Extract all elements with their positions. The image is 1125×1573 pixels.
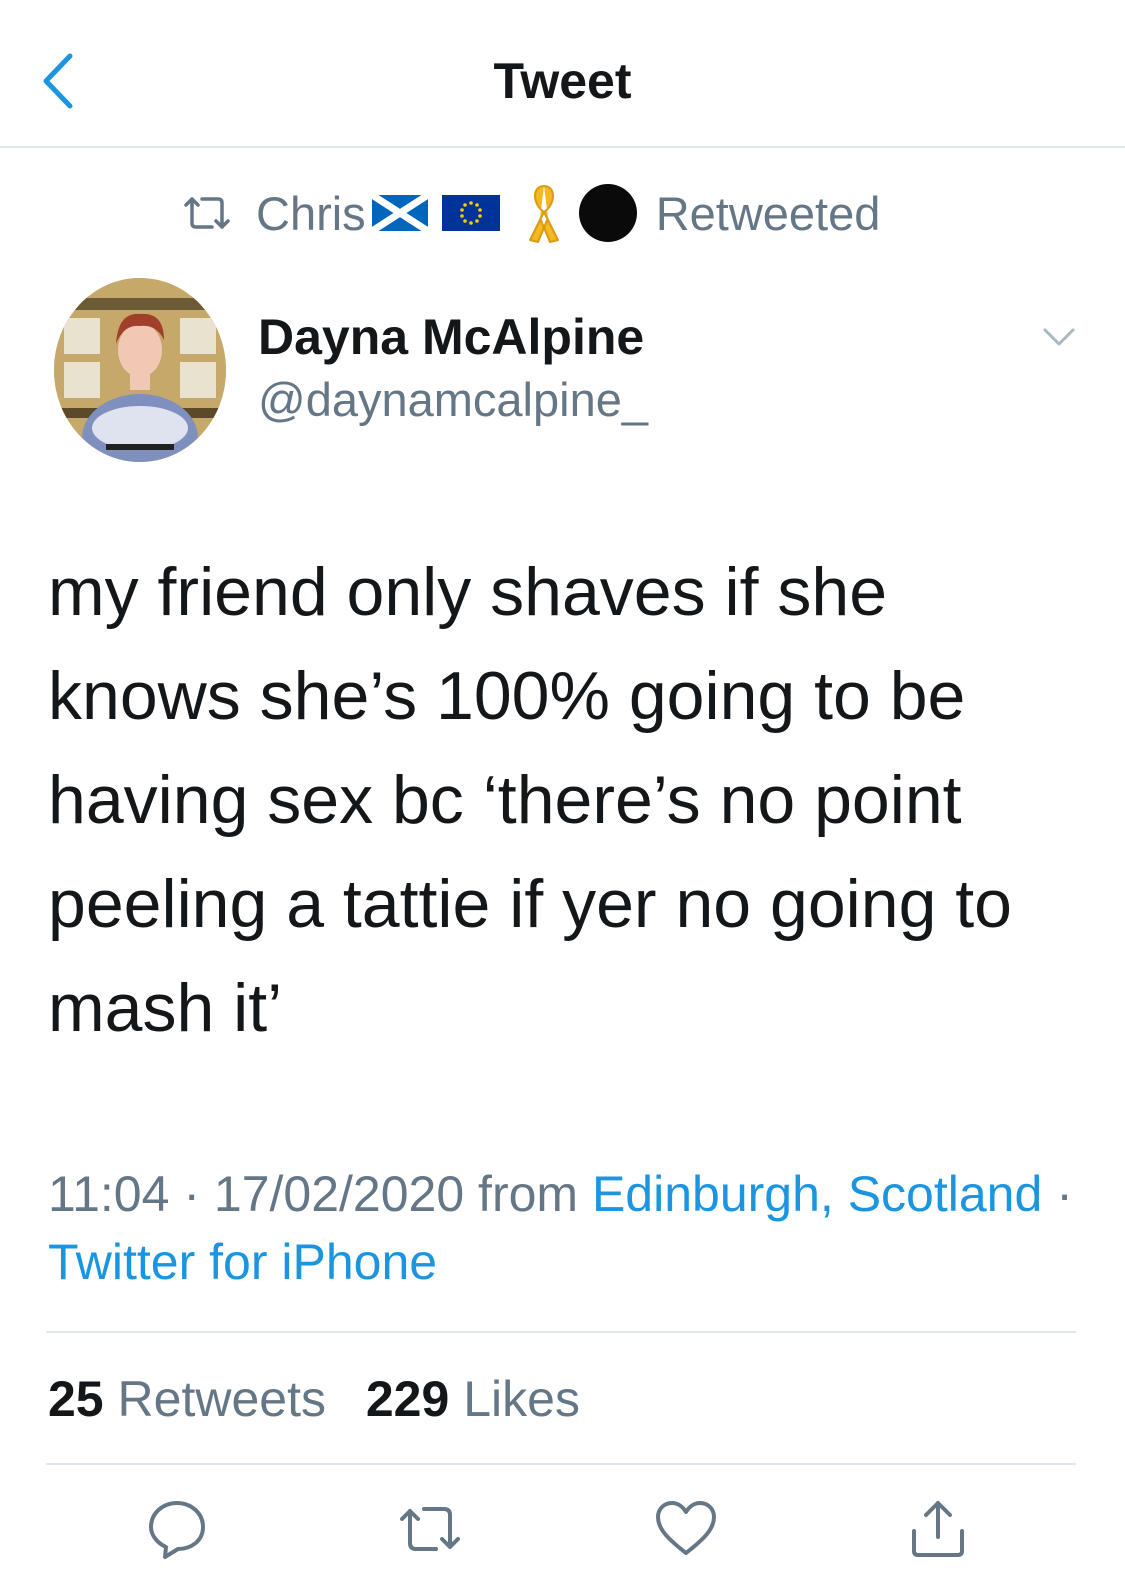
meta-separator: · [1056,1166,1073,1222]
author-handle[interactable]: @daynamcalpine_ [258,372,648,427]
nav-bar: Tweet [0,0,1125,148]
from-label: from [478,1166,579,1222]
like-icon [656,1501,716,1555]
tweet-time: 11:04 [48,1166,170,1222]
retweeted-label: Retweeted [655,186,881,240]
meta-separator: · [183,1166,200,1222]
avatar[interactable] [54,278,226,462]
share-icon [912,1501,964,1557]
divider [46,1331,1076,1333]
reply-button[interactable] [145,1497,209,1561]
retweet-button[interactable] [398,1497,462,1561]
divider [46,1463,1076,1465]
page-title: Tweet [493,53,632,109]
likes-count: 229 [365,1371,450,1427]
retweet-icon [184,197,230,229]
likes-label: Likes [463,1371,580,1427]
yellow-ribbon-icon [528,185,559,243]
share-button[interactable] [906,1497,970,1561]
retweet-banner[interactable]: Chris Retweeted [180,183,880,243]
retweets-count: 25 [48,1371,104,1427]
like-button[interactable] [654,1497,718,1561]
reply-icon [149,1501,205,1559]
likes-stat[interactable]: 229 Likes [366,1371,580,1427]
eu-flag-icon [441,195,500,231]
retweet-icon [400,1507,460,1551]
location-link[interactable]: Edinburgh, Scotland [592,1166,1042,1222]
retweets-label: Retweets [117,1371,326,1427]
black-circle-icon [578,184,637,242]
tweet-date: 17/02/2020 [213,1166,465,1222]
tweet-text: my friend only shaves if she knows she’s… [48,554,1012,1046]
source-link[interactable]: Twitter for iPhone [48,1234,437,1290]
retweets-stat[interactable]: 25 Retweets [48,1371,326,1427]
tweet-stats: 25 Retweets 229 Likes [48,1370,606,1428]
tweet-metadata: 11:04 · 17/02/2020 from Edinburgh, Scotl… [48,1160,1078,1296]
scotland-flag-icon [371,195,428,231]
retweeter-name[interactable]: Chris [256,186,366,241]
author-name[interactable]: Dayna McAlpine [258,308,644,366]
profile-photo [54,278,226,462]
chevron-down-icon[interactable] [1042,326,1076,348]
